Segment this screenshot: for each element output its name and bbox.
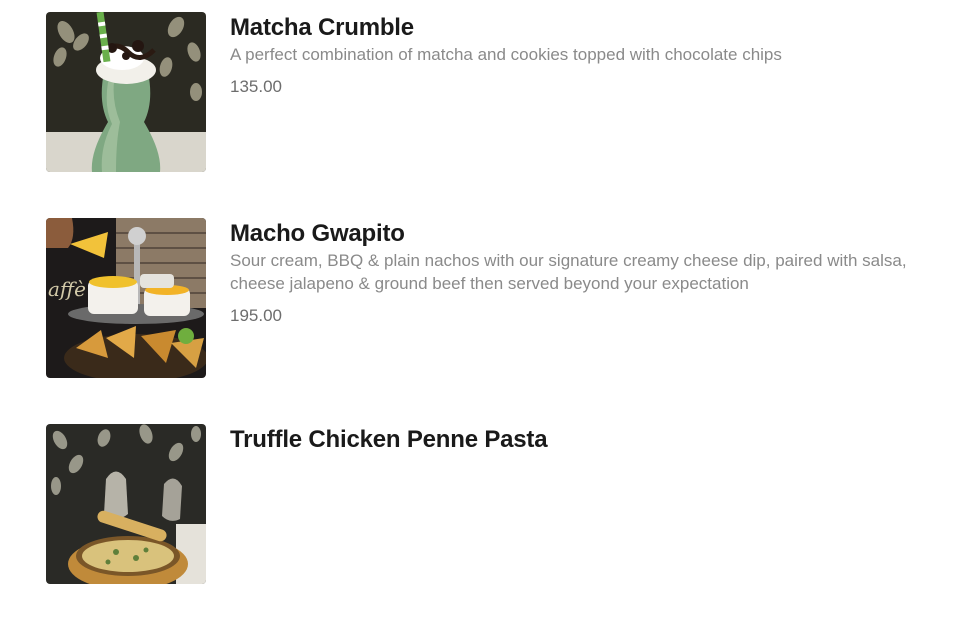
menu-item-info: Matcha Crumble A perfect combination of … (230, 12, 963, 98)
menu-item-price: 195.00 (230, 306, 282, 325)
truffle-chicken-penne-pasta-photo[interactable] (46, 424, 206, 584)
menu-item-title[interactable]: Truffle Chicken Penne Pasta (230, 426, 963, 454)
menu-item-price: 135.00 (230, 77, 282, 96)
menu-item-description: A perfect combination of matcha and cook… (230, 45, 782, 64)
menu-item-title[interactable]: Macho Gwapito (230, 220, 963, 248)
menu-item-title[interactable]: Matcha Crumble (230, 14, 963, 42)
matcha-crumble-photo[interactable] (46, 12, 206, 172)
menu-item-macho-gwapito[interactable]: affè Macho Gwapito Sour cream, BBQ & pla… (46, 218, 963, 378)
svg-text:affè: affè (48, 277, 86, 301)
menu-item-truffle-chicken-penne-pasta[interactable]: Truffle Chicken Penne Pasta (46, 424, 963, 584)
menu-item-description: Sour cream, BBQ & plain nachos with our … (230, 251, 907, 293)
menu-list: Matcha Crumble A perfect combination of … (46, 12, 963, 623)
menu-item-info: Macho Gwapito Sour cream, BBQ & plain na… (230, 218, 963, 327)
macho-gwapito-photo[interactable]: affè (46, 218, 206, 378)
menu-item-info: Truffle Chicken Penne Pasta (230, 424, 963, 464)
menu-item-matcha-crumble[interactable]: Matcha Crumble A perfect combination of … (46, 12, 963, 172)
